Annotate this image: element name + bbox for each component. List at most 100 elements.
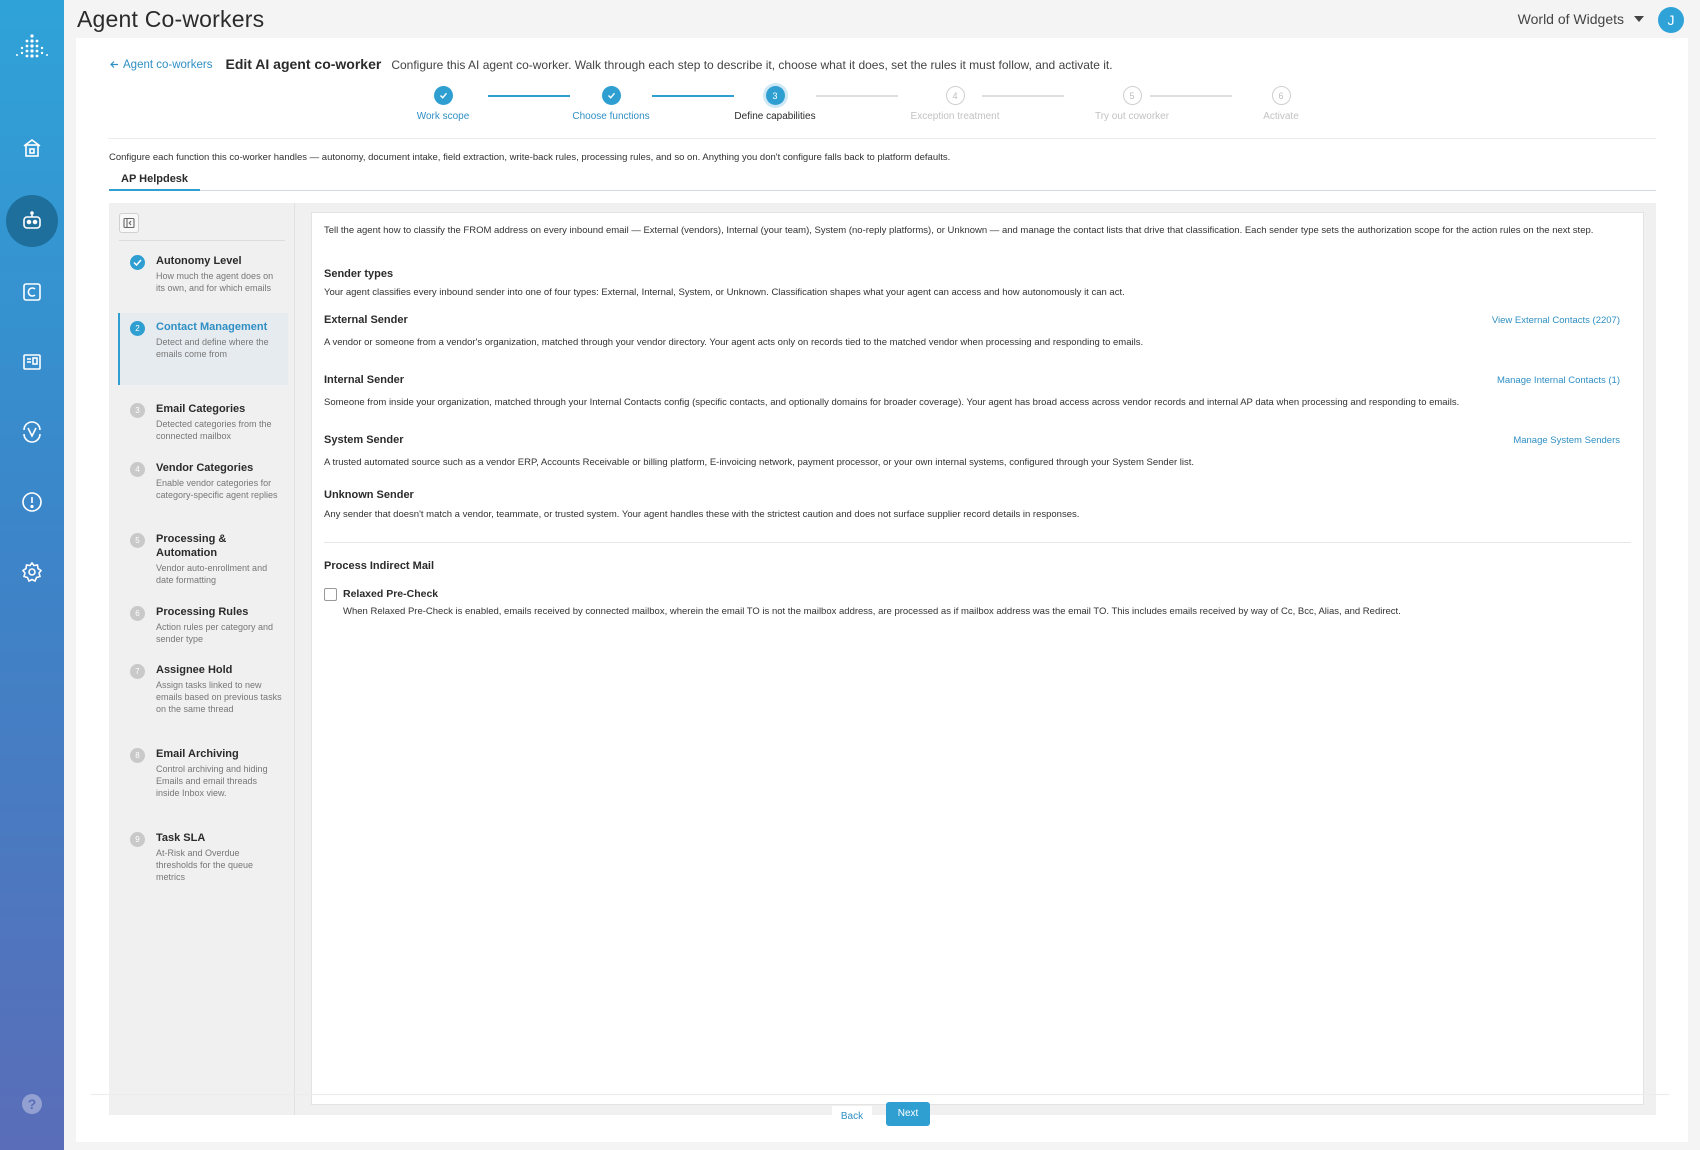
nav-agent-coworkers-icon[interactable] [6, 195, 58, 247]
sidebar-item-task-sla[interactable]: 9 Task SLA At-Risk and Overdue threshold… [118, 831, 288, 883]
sidebar-item-email-categories[interactable]: 3 Email Categories Detected categories f… [118, 402, 288, 442]
sender-types-heading: Sender types [324, 268, 394, 280]
sidebar-item-desc: Detected categories from the connected m… [156, 419, 272, 441]
nav-home-icon[interactable] [0, 120, 64, 176]
sidebar-item-processing-automation[interactable]: 5 Processing & Automation Vendor auto-en… [118, 532, 288, 586]
divider [90, 1094, 1670, 1095]
back-button[interactable]: Back [832, 1106, 872, 1128]
sidebar-item-title: Vendor Categories [156, 462, 254, 474]
capabilities-sidebar: Autonomy Level How much the agent does o… [109, 203, 295, 1115]
check-icon [130, 255, 145, 270]
step-number: 6 [1271, 86, 1291, 105]
relaxed-pre-check-checkbox[interactable] [324, 588, 337, 601]
top-header: Agent Co-workers World of Widgets J [64, 0, 1700, 38]
nav-validation-icon[interactable] [0, 404, 64, 460]
check-icon [601, 86, 621, 105]
external-sender-desc: A vendor or someone from a vendor's orga… [324, 337, 1144, 348]
sidebar-item-processing-rules[interactable]: 6 Processing Rules Action rules per cate… [118, 605, 288, 645]
contact-management-content: Tell the agent how to classify the FROM … [311, 212, 1644, 1105]
arrow-left-icon [110, 61, 118, 68]
sidebar-item-autonomy-level[interactable]: Autonomy Level How much the agent does o… [118, 254, 288, 294]
tab-ap-helpdesk[interactable]: AP Helpdesk [109, 171, 201, 191]
step-exception-treatment[interactable]: 4 Exception treatment [885, 86, 1025, 122]
function-tabs: AP Helpdesk [109, 171, 1656, 191]
system-sender-desc: A trusted automated source such as a ven… [324, 457, 1195, 468]
org-name: World of Widgets [1517, 11, 1624, 27]
step-try-out-coworker[interactable]: 5 Try out coworker [1062, 86, 1202, 122]
sidebar-item-assignee-hold[interactable]: 7 Assignee Hold Assign tasks linked to n… [118, 663, 288, 715]
config-panel: Autonomy Level How much the agent does o… [109, 203, 1656, 1115]
sidebar-item-title: Processing Rules [156, 606, 249, 618]
step-number: 5 [1122, 86, 1142, 105]
step-label: Choose functions [572, 111, 650, 122]
internal-sender-heading: Internal Sender [324, 374, 405, 386]
step-label: Exception treatment [910, 111, 1000, 122]
content-intro: Tell the agent how to classify the FROM … [324, 225, 1594, 236]
step-choose-functions[interactable]: Choose functions [541, 86, 681, 122]
nav-alerts-icon[interactable] [0, 474, 64, 530]
step-work-scope[interactable]: Work scope [373, 86, 513, 122]
sidebar-item-email-archiving[interactable]: 8 Email Archiving Control archiving and … [118, 747, 288, 799]
sidebar-item-title: Email Archiving [156, 748, 239, 760]
org-switcher[interactable]: World of Widgets [1518, 11, 1644, 27]
nav-documents-icon[interactable] [0, 334, 64, 390]
sidebar-item-title: Task SLA [156, 832, 206, 844]
collapse-sidebar-icon[interactable] [119, 213, 139, 233]
step-label: Activate [1263, 111, 1299, 122]
step-define-capabilities[interactable]: 3 Define capabilities [705, 86, 845, 122]
back-link-label: Agent co-workers [123, 58, 213, 71]
unknown-sender-heading: Unknown Sender [324, 489, 414, 501]
divider [108, 138, 1656, 139]
sidebar-item-number: 3 [130, 403, 145, 418]
sidebar-item-contact-management[interactable]: 2 Contact Management Detect and define w… [118, 313, 288, 385]
external-sender-heading: External Sender [324, 314, 408, 326]
sidebar-item-title: Autonomy Level [156, 255, 242, 267]
nav-settings-gear-icon[interactable] [0, 544, 64, 600]
sidebar-item-desc: Enable vendor categories for category-sp… [156, 478, 278, 500]
sidebar-item-title: Assignee Hold [156, 664, 233, 676]
relaxed-pre-check-desc: When Relaxed Pre-Check is enabled, email… [343, 606, 1401, 617]
step-label: Work scope [416, 111, 470, 122]
unknown-sender-desc: Any sender that doesn't match a vendor, … [324, 509, 1080, 520]
sidebar-item-number: 8 [130, 748, 145, 763]
sidebar-item-number: 7 [130, 664, 145, 679]
divider [119, 240, 285, 241]
next-button[interactable]: Next [886, 1102, 930, 1126]
left-nav-rail: ? [0, 0, 64, 1150]
sidebar-item-number: 4 [130, 462, 145, 477]
sender-types-desc: Your agent classifies every inbound send… [324, 287, 1125, 298]
view-external-contacts-link[interactable]: View External Contacts (2207) [1492, 315, 1620, 326]
sidebar-item-desc: Control archiving and hiding Emails and … [156, 764, 268, 798]
system-sender-heading: System Sender [324, 434, 404, 446]
user-avatar[interactable]: J [1658, 7, 1684, 33]
sidebar-item-number: 9 [130, 832, 145, 847]
brand-logo-icon [12, 30, 52, 70]
back-to-agent-coworkers-link[interactable]: Agent co-workers [110, 59, 212, 71]
sidebar-item-number: 5 [130, 533, 145, 548]
manage-system-senders-link[interactable]: Manage System Senders [1513, 435, 1620, 446]
sidebar-item-vendor-categories[interactable]: 4 Vendor Categories Enable vendor catego… [118, 461, 288, 501]
step-activate[interactable]: 6 Activate [1211, 86, 1351, 122]
sidebar-item-desc: Action rules per category and sender typ… [156, 622, 274, 644]
step-number: 4 [945, 86, 965, 105]
chevron-down-icon [1634, 16, 1644, 22]
sidebar-item-title: Processing & Automation [156, 533, 227, 559]
breadcrumb: Agent co-workers Edit AI agent co-worker… [110, 56, 1113, 72]
sidebar-item-desc: Detect and define where the emails come … [156, 337, 269, 359]
manage-internal-contacts-link[interactable]: Manage Internal Contacts (1) [1497, 375, 1620, 386]
internal-sender-desc: Someone from inside your organization, m… [324, 397, 1460, 408]
process-indirect-mail-heading: Process Indirect Mail [324, 560, 435, 572]
sidebar-item-title: Email Categories [156, 403, 246, 415]
sidebar-item-desc: How much the agent does on its own, and … [156, 271, 274, 293]
step-label: Try out coworker [1094, 111, 1170, 122]
check-icon [433, 86, 453, 105]
edit-description: Configure this AI agent co-worker. Walk … [391, 58, 1113, 72]
sidebar-item-desc: At-Risk and Overdue thresholds for the q… [156, 848, 254, 882]
sidebar-item-number: 2 [130, 321, 145, 336]
sidebar-item-title: Contact Management [156, 321, 268, 333]
sidebar-item-desc: Assign tasks linked to new emails based … [156, 680, 282, 714]
nav-connectors-icon[interactable] [0, 264, 64, 320]
edit-title: Edit AI agent co-worker [225, 56, 382, 72]
wizard-stepper: Work scope Choose functions 3 Define cap… [406, 86, 1299, 126]
help-question-icon[interactable]: ? [22, 1094, 42, 1114]
